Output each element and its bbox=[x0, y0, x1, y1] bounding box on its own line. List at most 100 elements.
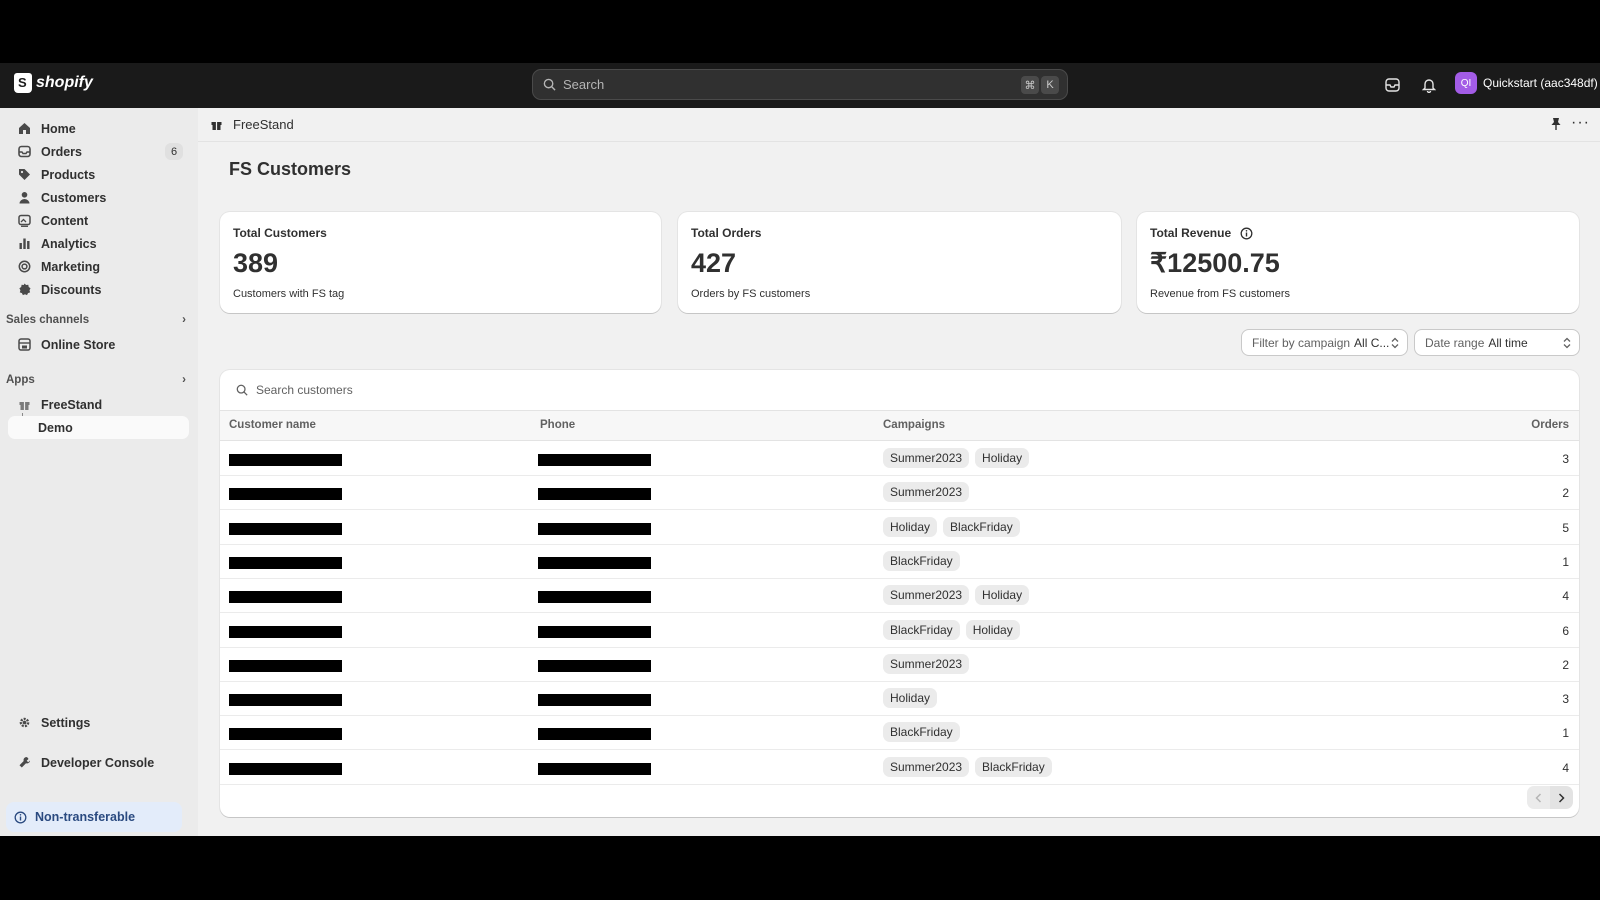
campaign-filter-value: All C... bbox=[1354, 335, 1390, 350]
sidebar-item-label: Marketing bbox=[41, 259, 101, 274]
order-count: 3 bbox=[1562, 452, 1569, 466]
campaign-tag: Holiday bbox=[883, 688, 938, 709]
inbox-icon[interactable] bbox=[1383, 76, 1401, 94]
sidebar-item-settings[interactable]: Settings bbox=[8, 711, 189, 734]
date-range-value: All time bbox=[1488, 335, 1528, 350]
apps-section[interactable]: Apps › bbox=[6, 374, 186, 386]
order-count: 2 bbox=[1562, 657, 1569, 672]
sidebar-item-home[interactable]: Home bbox=[8, 117, 189, 140]
redacted-phone bbox=[538, 762, 651, 775]
stat-card-total-revenue: Total Revenue ₹12500.75 Revenue from FS … bbox=[1137, 212, 1579, 313]
sidebar-item-customers[interactable]: Customers bbox=[8, 186, 189, 209]
home-icon bbox=[19, 123, 30, 134]
table-row[interactable]: Holiday BlackFriday 5 bbox=[220, 511, 1579, 545]
more-options-icon[interactable]: ··· bbox=[1571, 114, 1590, 132]
order-count: 2 bbox=[1562, 486, 1569, 501]
shopify-logo[interactable]: shopify bbox=[14, 73, 93, 93]
table-row[interactable]: Summer2023 2 bbox=[220, 648, 1579, 682]
pin-icon[interactable] bbox=[1550, 117, 1562, 134]
column-header-orders[interactable]: Orders bbox=[1531, 419, 1569, 431]
info-icon bbox=[14, 811, 27, 823]
gift-icon bbox=[19, 402, 30, 410]
sidebar-item-label: Content bbox=[41, 213, 89, 228]
campaign-tag: Summer2023 bbox=[883, 448, 970, 468]
page-title: FS Customers bbox=[229, 159, 352, 179]
sidebar-item-marketing[interactable]: Marketing bbox=[8, 255, 189, 278]
table-row[interactable]: BlackFriday 1 bbox=[220, 545, 1579, 579]
search-icon bbox=[543, 78, 556, 91]
global-search-input[interactable]: Search ⌘ K bbox=[532, 69, 1068, 100]
campaign-tags: BlackFriday Holiday bbox=[883, 619, 1020, 640]
orders-icon bbox=[18, 145, 31, 158]
sidebar-item-content[interactable]: Content bbox=[8, 209, 189, 232]
redacted-phone bbox=[538, 488, 651, 501]
order-count: 1 bbox=[1562, 726, 1569, 741]
campaign-tag: Summer2023 bbox=[883, 482, 970, 503]
sidebar-item-freestand[interactable]: FreeStand bbox=[8, 393, 189, 416]
brand-name: shopify bbox=[36, 74, 93, 91]
sidebar-item-orders[interactable]: Orders 6 bbox=[8, 140, 189, 163]
campaign-tag: BlackFriday bbox=[943, 516, 1020, 537]
redacted-customer-name bbox=[229, 488, 342, 501]
stat-value: 389 bbox=[233, 248, 279, 278]
campaign-tag: BlackFriday bbox=[883, 550, 960, 571]
orders-count-badge: 6 bbox=[165, 143, 183, 160]
non-transferable-banner[interactable]: Non-transferable bbox=[6, 802, 182, 832]
sidebar-item-online-store[interactable]: Online Store bbox=[8, 333, 189, 356]
store-name: Quickstart (aac348df) bbox=[1483, 76, 1598, 90]
redacted-customer-name bbox=[229, 762, 342, 775]
table-row[interactable]: BlackFriday 1 bbox=[220, 716, 1579, 751]
sidebar-item-discounts[interactable]: Discounts bbox=[8, 278, 189, 301]
sidebar-item-label: Customers bbox=[41, 190, 107, 205]
table-row[interactable]: Summer2023 Holiday 4 bbox=[220, 579, 1579, 614]
column-header-phone[interactable]: Phone bbox=[540, 419, 575, 431]
campaign-tags: Summer2023 Holiday bbox=[883, 448, 1030, 468]
order-count: 4 bbox=[1562, 589, 1569, 604]
table-row[interactable]: Holiday 3 bbox=[220, 682, 1579, 717]
stat-card-total-orders: Total Orders 427 Orders by FS customers bbox=[678, 212, 1121, 313]
order-count: 6 bbox=[1562, 623, 1569, 638]
next-page-button[interactable] bbox=[1550, 786, 1573, 809]
apps-heading: Apps bbox=[6, 374, 35, 386]
gift-icon bbox=[211, 122, 222, 130]
sidebar-item-analytics[interactable]: Analytics bbox=[8, 232, 189, 255]
app-title-bar: FreeStand ··· bbox=[198, 108, 1600, 142]
redacted-phone bbox=[538, 591, 651, 604]
column-header-campaigns[interactable]: Campaigns bbox=[883, 419, 945, 431]
order-count: 1 bbox=[1562, 554, 1569, 569]
redacted-customer-name bbox=[229, 659, 342, 672]
store-switcher[interactable]: QI Quickstart (aac348df) bbox=[1455, 72, 1598, 94]
chevron-left-icon bbox=[1535, 792, 1542, 803]
tag-icon bbox=[19, 169, 30, 180]
info-icon[interactable] bbox=[1240, 227, 1253, 240]
search-icon bbox=[236, 384, 248, 396]
date-range-select[interactable]: Date range All time bbox=[1414, 329, 1580, 356]
redacted-phone bbox=[538, 625, 651, 638]
stat-description: Customers with FS tag bbox=[233, 288, 345, 300]
table-row[interactable]: Summer2023 2 bbox=[220, 476, 1579, 511]
campaign-tags: BlackFriday bbox=[883, 550, 960, 571]
sidebar-item-demo[interactable]: Demo bbox=[8, 416, 189, 439]
top-bar: shopify Search ⌘ K QI Quickstart (aac348… bbox=[0, 63, 1600, 108]
table-row[interactable]: Summer2023 BlackFriday 4 bbox=[220, 751, 1579, 785]
campaign-tag: Holiday bbox=[975, 448, 1030, 468]
column-header-customer-name[interactable]: Customer name bbox=[229, 419, 316, 431]
stat-label: Total Customers bbox=[233, 226, 327, 240]
stat-label: Total Orders bbox=[691, 226, 762, 240]
bell-icon[interactable] bbox=[1420, 76, 1438, 94]
sidebar-item-label: Home bbox=[41, 121, 76, 136]
sidebar-item-label: Discounts bbox=[41, 282, 102, 297]
table-row[interactable]: BlackFriday Holiday 6 bbox=[220, 614, 1579, 648]
shortcut-cmd-key: ⌘ bbox=[1021, 76, 1039, 94]
chevron-right-icon: › bbox=[182, 374, 186, 386]
sidebar-item-developer-console[interactable]: Developer Console bbox=[8, 751, 189, 774]
sales-channels-section[interactable]: Sales channels › bbox=[6, 314, 186, 326]
sidebar-item-products[interactable]: Products bbox=[8, 163, 189, 186]
customer-search-input[interactable]: Search customers bbox=[220, 370, 1579, 411]
campaign-filter-select[interactable]: Filter by campaign All C... bbox=[1241, 329, 1408, 356]
shortcut-k-key: K bbox=[1041, 76, 1059, 94]
stat-value: ₹12500.75 bbox=[1150, 248, 1280, 278]
previous-page-button[interactable] bbox=[1527, 786, 1550, 809]
search-placeholder: Search bbox=[563, 77, 605, 92]
table-row[interactable]: Summer2023 Holiday 3 bbox=[220, 442, 1579, 476]
